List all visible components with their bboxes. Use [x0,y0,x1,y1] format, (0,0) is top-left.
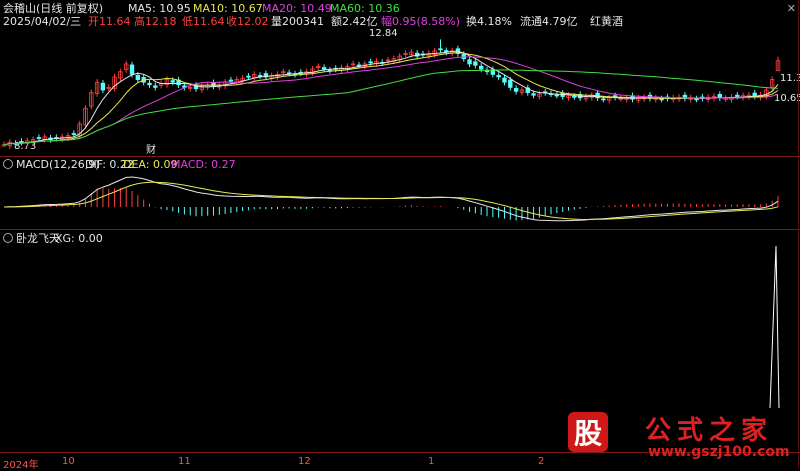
candle-body [572,95,577,98]
ma60-line [3,69,779,146]
candle-body [36,137,42,139]
stock-chart-svg [1,39,781,409]
candle-body [496,74,501,78]
candle-body [438,48,443,51]
candle-body [368,61,373,64]
candle-body [228,79,234,82]
candle-body [153,85,158,88]
candle-body [100,82,106,91]
candle-body [694,98,699,101]
candle-body [508,79,513,88]
candle-body [321,67,327,70]
candle-body [286,72,292,75]
candle-body [601,98,606,101]
candle-body [211,82,216,87]
candle-body [129,64,135,75]
xg-signal-line [769,245,780,409]
candle-body [473,61,478,66]
candle-body [246,75,251,78]
candle-body [531,93,536,96]
candle-body [735,94,740,97]
candle-body [659,98,664,101]
candle-body [135,74,141,80]
candle-body [71,133,77,135]
candle-body [502,77,507,83]
candle-body [170,80,175,83]
candle-body [19,140,24,143]
candle-body [147,82,152,86]
candle-body [467,59,472,65]
candle-body [513,88,519,92]
candle-body [554,94,560,97]
candle-body [479,65,484,70]
candle-body [257,74,263,77]
